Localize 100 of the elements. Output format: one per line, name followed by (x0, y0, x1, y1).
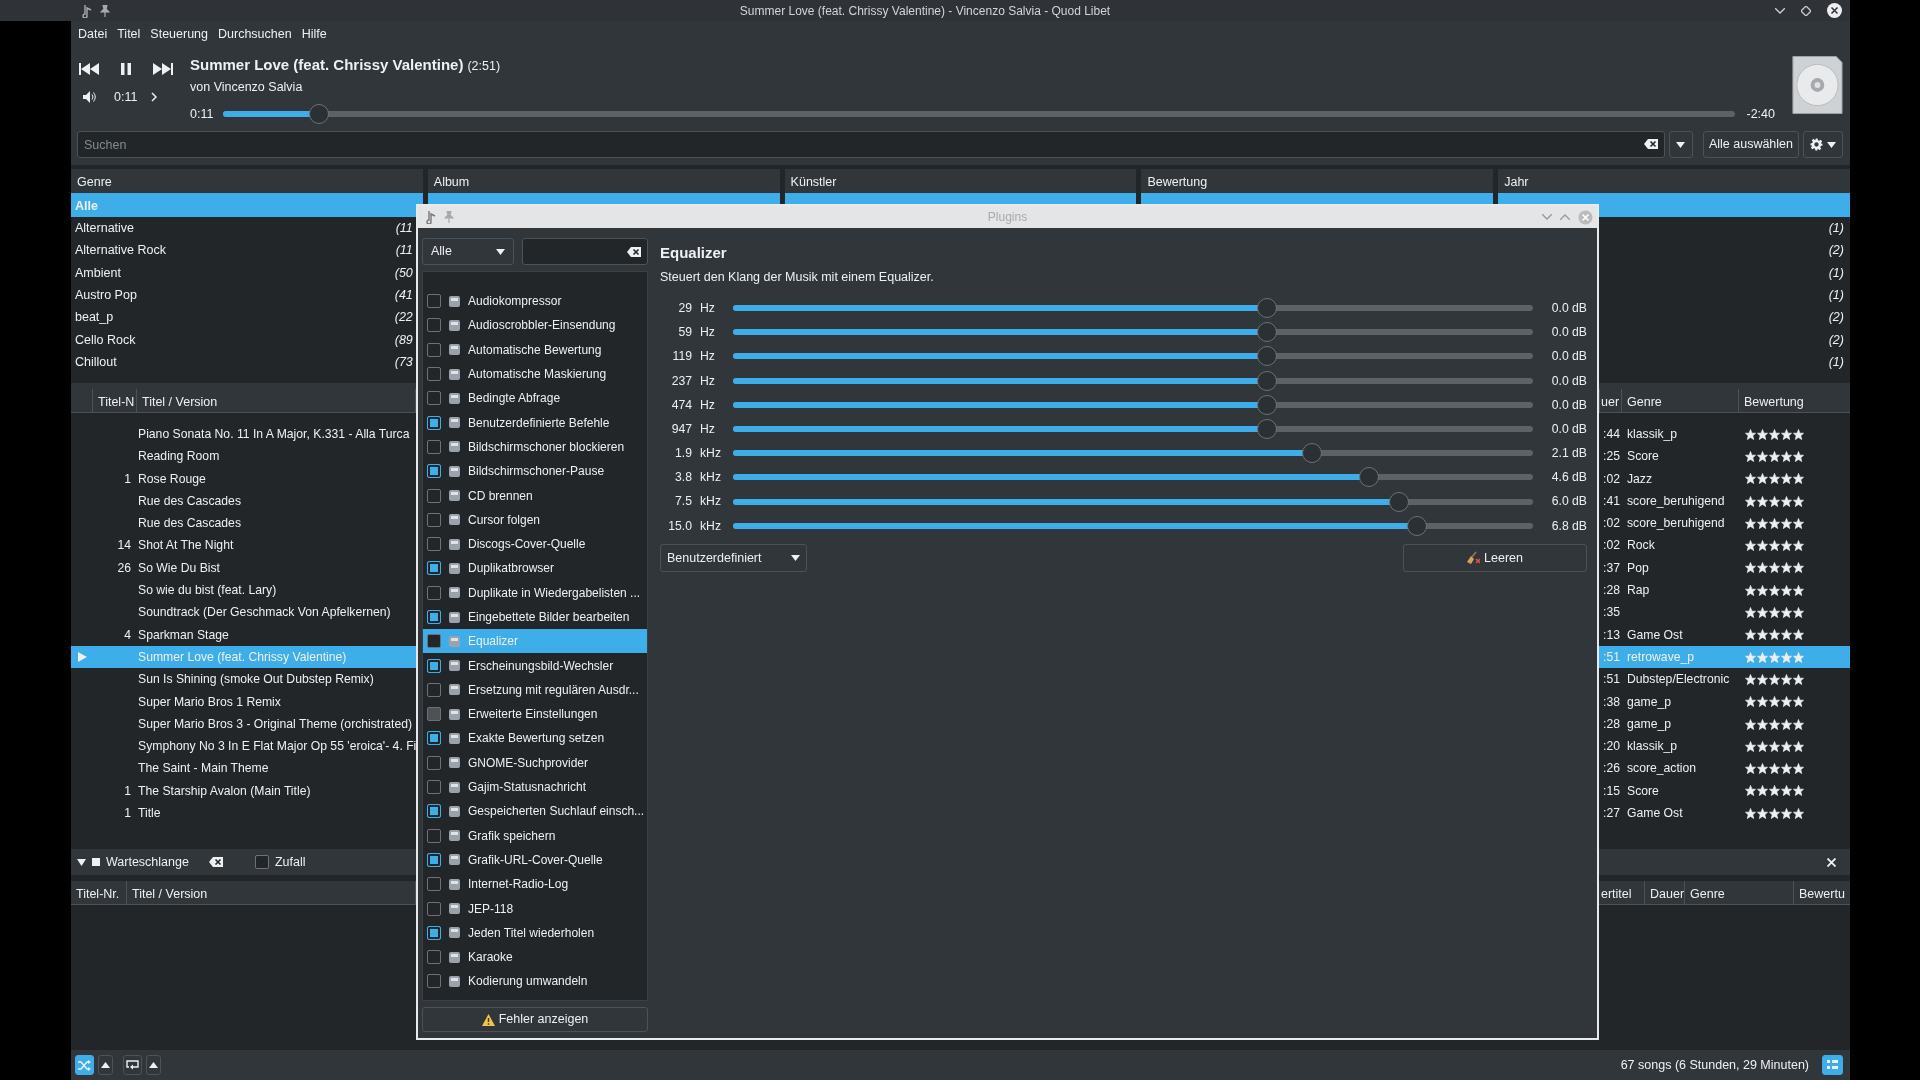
plugin-checkbox[interactable] (427, 391, 441, 406)
plugin-checkbox[interactable] (427, 488, 441, 503)
clear-search-icon[interactable] (627, 246, 641, 257)
shuffle-options-button[interactable] (98, 1055, 113, 1075)
plugin-item[interactable]: Bedingte Abfrage (423, 386, 647, 411)
plugin-checkbox[interactable] (427, 804, 441, 819)
plugin-checkbox[interactable] (427, 634, 441, 649)
eq-slider[interactable] (733, 443, 1533, 464)
slider-handle[interactable] (1256, 346, 1277, 367)
clear-button[interactable]: Leeren (1403, 543, 1587, 572)
list-item[interactable]: Cello Rock (75, 330, 136, 350)
plugin-checkbox[interactable] (427, 731, 441, 746)
plugin-item[interactable]: Karaoke (423, 945, 647, 970)
column-header[interactable]: Genre (71, 169, 423, 195)
plugin-checkbox[interactable] (427, 439, 441, 454)
list-item[interactable]: Alternative (75, 219, 135, 238)
plugin-item[interactable]: Kodierung umwandeln (423, 969, 647, 994)
slider-handle[interactable] (1256, 394, 1277, 415)
plugin-checkbox[interactable] (427, 512, 441, 527)
plugin-checkbox[interactable] (427, 294, 441, 309)
plugin-item[interactable]: Internet-Radio-Log (423, 872, 647, 897)
dropdown-button[interactable] (1668, 131, 1693, 158)
eq-slider[interactable] (733, 394, 1533, 415)
column-header[interactable]: Titel-Nr. (71, 881, 127, 904)
plugin-checkbox[interactable] (427, 415, 441, 430)
plugin-item[interactable]: Duplikate in Wiedergabelisten ... (423, 580, 647, 605)
show-errors-button[interactable]: Fehler anzeigen (422, 1007, 648, 1032)
close-icon[interactable] (1827, 3, 1842, 18)
plugin-item[interactable]: Erscheinungsbild-Wechsler (423, 653, 647, 678)
plugin-item[interactable]: Cursor folgen (423, 507, 647, 532)
plugin-item[interactable]: Grafik speichern (423, 823, 647, 848)
plugin-checkbox[interactable] (427, 318, 441, 333)
speaker-icon[interactable] (83, 91, 96, 103)
eq-slider[interactable] (733, 467, 1533, 488)
settings-button[interactable] (1803, 131, 1843, 158)
plugin-item[interactable]: Automatische Maskierung (423, 361, 647, 387)
column-header[interactable]: Album (427, 169, 780, 195)
slider-handle[interactable] (1302, 443, 1323, 464)
column-header[interactable]: Genre (1685, 881, 1794, 904)
preset-dropdown[interactable]: Benutzerdefiniert (660, 543, 807, 572)
eq-slider[interactable] (733, 419, 1533, 440)
select-all-button[interactable]: Alle auswählen (1702, 131, 1799, 158)
menu-item[interactable]: Titel (112, 23, 146, 46)
plugin-item[interactable]: Automatische Bewertung (423, 337, 647, 362)
eq-slider[interactable] (733, 515, 1533, 536)
chevron-right-icon[interactable] (151, 92, 158, 102)
plugin-item[interactable]: Benutzerdefinierte Befehle (423, 410, 647, 435)
column-header[interactable]: Bewertung (1141, 169, 1494, 195)
close-icon[interactable] (1827, 857, 1836, 867)
search-field[interactable]: Suchen (77, 131, 1665, 158)
slider-handle[interactable] (1256, 298, 1277, 319)
plugin-checkbox[interactable] (427, 828, 441, 843)
plugin-item[interactable]: Gespeicherten Suchlauf einsch... (423, 799, 647, 824)
list-view-button[interactable] (1822, 1055, 1843, 1075)
minimize-icon[interactable] (1775, 7, 1785, 14)
list-item[interactable]: Alternative Rock (75, 241, 166, 261)
column-header[interactable]: Bewertung (1739, 389, 1850, 412)
column-header[interactable]: Bewertu (1794, 881, 1850, 904)
plugin-checkbox[interactable] (427, 901, 441, 916)
slider-handle[interactable] (1256, 322, 1277, 343)
repeat-options-button[interactable] (146, 1055, 161, 1075)
plugin-checkbox[interactable] (427, 925, 441, 940)
list-item[interactable]: Austro Pop (75, 285, 137, 305)
plugin-checkbox[interactable] (427, 367, 441, 382)
plugin-item[interactable]: CD brennen (423, 483, 647, 508)
plugin-item[interactable]: Bildschirmschoner blockieren (423, 434, 647, 460)
clear-queue-icon[interactable] (208, 857, 223, 867)
expander-icon[interactable] (77, 858, 86, 866)
slider-handle[interactable] (1256, 419, 1277, 440)
plugin-item[interactable]: Bildschirmschoner-Pause (423, 459, 647, 484)
eq-slider[interactable] (733, 322, 1533, 343)
plugin-search-field[interactable] (522, 238, 648, 265)
menu-item[interactable]: Steuerung (145, 23, 214, 46)
plugin-checkbox[interactable] (427, 537, 441, 552)
shuffle-button[interactable] (75, 1055, 94, 1075)
plugin-item[interactable]: Audiokompressor (423, 289, 647, 314)
plugin-checkbox[interactable] (427, 464, 441, 479)
eq-slider[interactable] (733, 491, 1533, 512)
slider-handle[interactable] (1359, 467, 1379, 488)
plugin-item[interactable]: Gajim-Statusnachricht (423, 774, 647, 800)
plugin-checkbox[interactable] (427, 950, 441, 965)
plugin-item[interactable]: GNOME-Suchprovider (423, 750, 647, 775)
pause-icon[interactable] (121, 63, 131, 75)
slider-handle[interactable] (1256, 370, 1277, 391)
menu-item[interactable]: Datei (73, 23, 113, 46)
eq-slider[interactable] (733, 298, 1533, 319)
maximize-icon[interactable] (1801, 5, 1811, 16)
menu-item[interactable]: Hilfe (296, 23, 332, 46)
plugin-item[interactable]: Ersetzung mit regulären Ausdr... (423, 677, 647, 703)
next-icon[interactable] (153, 63, 173, 75)
column-header[interactable]: Künstler (784, 169, 1137, 195)
plugin-checkbox[interactable] (427, 852, 441, 867)
column-header[interactable]: uer (1600, 389, 1622, 412)
plugin-item[interactable]: Exakte Bewertung setzen (423, 726, 647, 751)
plugin-item[interactable]: Audioscrobbler-Einsendung (423, 313, 647, 338)
plugin-item[interactable]: Duplikatbrowser (423, 556, 647, 581)
list-item[interactable]: Chillout (75, 352, 117, 372)
plugin-item[interactable]: Eingebettete Bilder bearbeiten (423, 604, 647, 630)
plugin-checkbox[interactable] (427, 561, 441, 576)
plugin-checkbox[interactable] (427, 877, 441, 892)
